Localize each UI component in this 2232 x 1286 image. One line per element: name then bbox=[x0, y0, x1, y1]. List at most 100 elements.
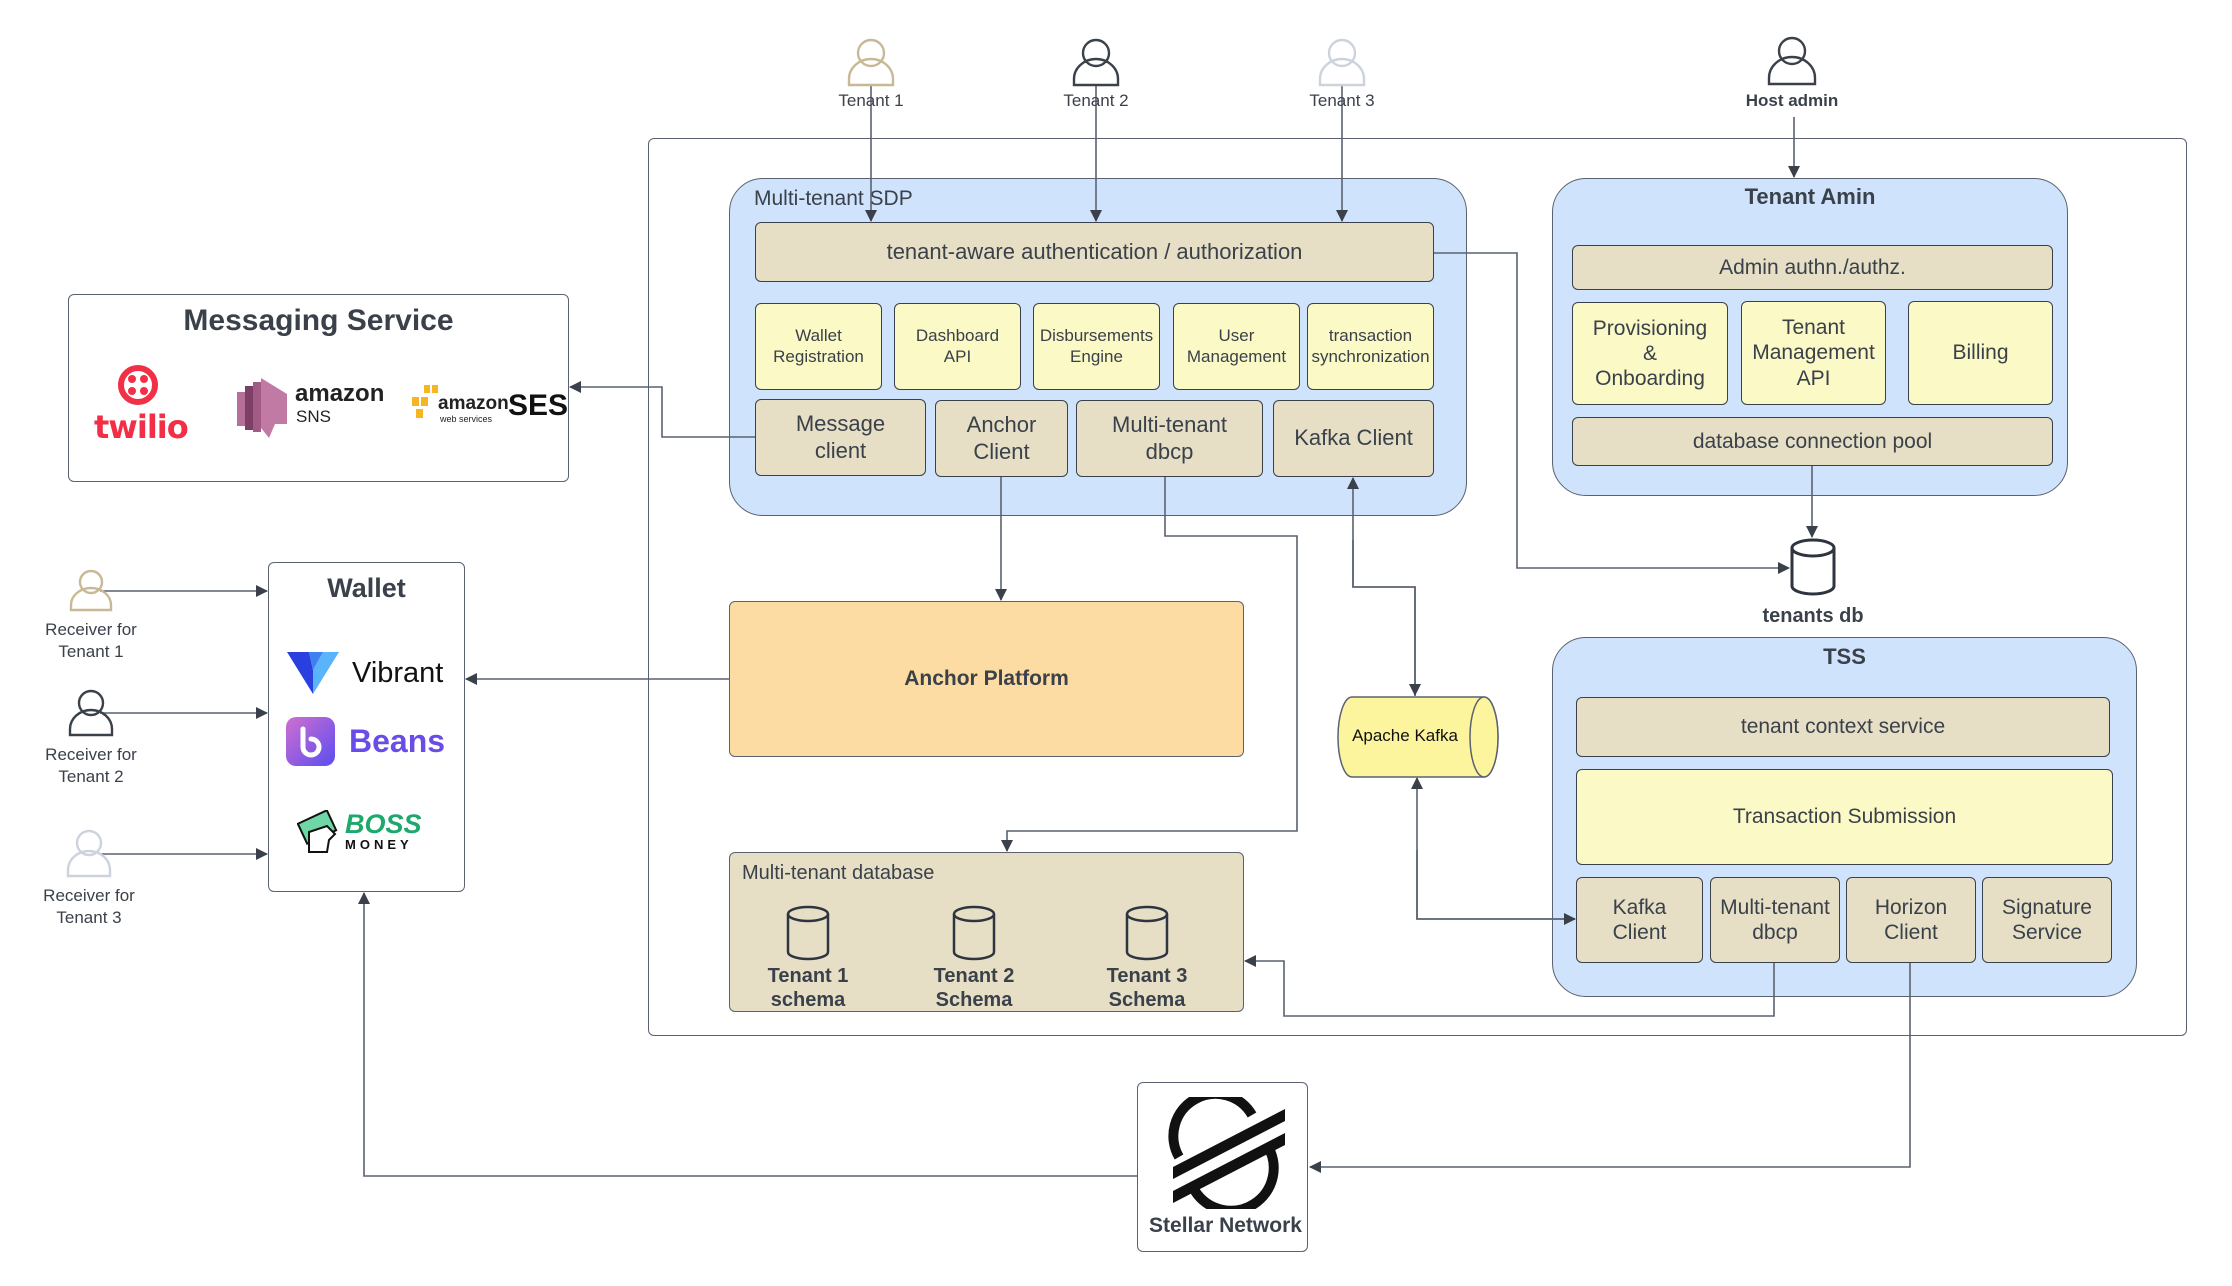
beans-logo: Beans bbox=[286, 717, 445, 766]
amazon-ses-logo: amazon web services SES bbox=[410, 385, 568, 433]
schema-line: Schema bbox=[1108, 989, 1186, 1012]
module-line: synchronization bbox=[1311, 346, 1430, 366]
schema-line: Tenant 2 bbox=[933, 965, 1015, 987]
module-line: Onboarding bbox=[1595, 367, 1705, 391]
amazon-ses-sub: web services bbox=[440, 414, 493, 424]
tss-multi-tenant-dbcp: Multi-tenant dbcp bbox=[1710, 877, 1840, 963]
receiver-line: Receiver for bbox=[43, 886, 135, 905]
module-line: API bbox=[943, 346, 972, 366]
apache-kafka-label: Apache Kafka bbox=[1352, 726, 1458, 745]
client-line: Horizon bbox=[1874, 895, 1948, 919]
schema-line: Tenant 3 bbox=[1106, 965, 1188, 987]
tenant3-schema-label: Tenant 3 Schema bbox=[1107, 964, 1188, 1013]
module-line: Engine bbox=[1070, 346, 1123, 366]
anchor-platform: Anchor Platform bbox=[729, 601, 1244, 757]
module-line: transaction bbox=[1328, 326, 1413, 346]
sdp-module-user-management: User Management bbox=[1173, 303, 1300, 390]
tss-title: TSS bbox=[1823, 644, 1866, 669]
tss-kafka-client: Kafka Client bbox=[1576, 877, 1703, 963]
client-line: Client bbox=[1612, 921, 1667, 944]
boss-money-icon bbox=[297, 810, 338, 853]
client-line: Service bbox=[2011, 921, 2083, 944]
sdp-module-transaction-synchronization: transaction synchronization bbox=[1307, 303, 1434, 390]
module-line: & bbox=[1642, 341, 1657, 365]
stellar-network-box: Stellar Network bbox=[1137, 1082, 1308, 1252]
stellar-logo-icon bbox=[1168, 1097, 1285, 1209]
module-line: Wallet bbox=[795, 326, 842, 346]
tenants-db-label: tenants db bbox=[1762, 605, 1864, 627]
client-line: Client bbox=[973, 438, 1030, 464]
beans-wordmark: Beans bbox=[349, 723, 446, 759]
tenant3-person-icon bbox=[1318, 38, 1366, 87]
sdp-title: Multi-tenant SDP bbox=[754, 187, 913, 210]
client-line: dbcp bbox=[1145, 438, 1194, 464]
sdp-auth-layer: tenant-aware authentication / authorizat… bbox=[755, 222, 1434, 282]
amazon-sns-logo: amazon SNS bbox=[235, 378, 384, 440]
tenant2-label: Tenant 2 bbox=[1063, 91, 1129, 110]
receiver1-person-icon bbox=[69, 569, 113, 612]
admin-db-connection-pool: database connection pool bbox=[1572, 417, 2053, 466]
receiver-line: Receiver for bbox=[45, 745, 137, 764]
sdp-kafka-client: Kafka Client bbox=[1273, 400, 1434, 477]
client-line: Multi-tenant bbox=[1720, 895, 1830, 919]
admin-module-tenant-management-api: Tenant Management API bbox=[1741, 301, 1886, 405]
tss-horizon-client: Horizon Client bbox=[1846, 877, 1976, 963]
amazon-sns-icon bbox=[237, 378, 287, 438]
module-line: Disbursements bbox=[1039, 326, 1154, 346]
vibrant-wordmark: Vibrant bbox=[352, 656, 444, 689]
receiver-line: Tenant 2 bbox=[58, 767, 124, 787]
host-admin-person-icon bbox=[1767, 36, 1817, 86]
receiver-line: Receiver for bbox=[45, 620, 137, 639]
receiver3-label: Receiver for Tenant 3 bbox=[43, 885, 135, 929]
tss-tenant-context-service: tenant context service bbox=[1576, 697, 2110, 757]
client-line: Multi-tenant bbox=[1112, 412, 1227, 438]
twilio-wordmark: twilio bbox=[94, 408, 189, 446]
boss-wordmark: BOSS bbox=[345, 809, 422, 840]
receiver-line: Tenant 3 bbox=[56, 908, 122, 928]
receiver2-person-icon bbox=[68, 689, 114, 737]
module-line: User bbox=[1218, 326, 1255, 346]
receiver-line: Tenant 1 bbox=[58, 642, 124, 662]
module-line: Management bbox=[1186, 346, 1287, 366]
tenant1-label: Tenant 1 bbox=[838, 91, 904, 110]
boss-money-logo: BOSS MONEY bbox=[297, 810, 422, 854]
mt-db-title: Multi-tenant database bbox=[742, 862, 935, 884]
admin-module-provisioning: Provisioning & Onboarding bbox=[1572, 302, 1728, 405]
sdp-multi-tenant-dbcp: Multi-tenant dbcp bbox=[1076, 400, 1263, 477]
schema-line: Schema bbox=[935, 989, 1013, 1012]
tenant-admin-title: Tenant Amin bbox=[1744, 184, 1876, 209]
messaging-service-title: Messaging Service bbox=[183, 304, 454, 337]
admin-auth-layer: Admin authn./authz. bbox=[1572, 245, 2053, 290]
amazon-sns-wordmark: amazon bbox=[295, 380, 385, 407]
tenant3-label: Tenant 3 bbox=[1309, 91, 1375, 110]
tenant1-person-icon bbox=[847, 38, 895, 87]
schema-line: Tenant 1 bbox=[767, 965, 849, 987]
tss-signature-service: Signature Service bbox=[1982, 877, 2112, 963]
tenant1-schema-label: Tenant 1 schema bbox=[768, 964, 849, 1013]
client-line: Message bbox=[795, 411, 886, 437]
receiver3-person-icon bbox=[66, 829, 112, 878]
sdp-module-disbursements-engine: Disbursements Engine bbox=[1033, 303, 1160, 390]
vibrant-icon bbox=[287, 652, 339, 694]
aws-boxes-icon bbox=[412, 385, 438, 418]
module-line: Dashboard bbox=[915, 326, 1000, 346]
module-line: Tenant bbox=[1781, 316, 1846, 340]
tenant2-person-icon bbox=[1072, 38, 1120, 87]
beans-icon bbox=[286, 717, 335, 766]
money-wordmark: MONEY bbox=[345, 837, 413, 853]
client-line: Signature bbox=[2002, 895, 2092, 919]
client-line: client bbox=[814, 437, 867, 463]
sdp-anchor-client: Anchor Client bbox=[935, 400, 1068, 477]
twilio-logo: twilio bbox=[90, 365, 200, 455]
tss-transaction-submission: Transaction Submission bbox=[1576, 769, 2113, 865]
module-line: Provisioning bbox=[1592, 316, 1708, 340]
amazon-sns-sub: SNS bbox=[296, 407, 331, 426]
stellar-network-label: Stellar Network bbox=[1149, 1214, 1302, 1237]
tenant2-schema-label: Tenant 2 Schema bbox=[934, 964, 1015, 1013]
module-line: API bbox=[1796, 366, 1831, 390]
sdp-module-dashboard-api: Dashboard API bbox=[894, 303, 1021, 390]
sdp-message-client: Message client bbox=[755, 399, 926, 476]
client-line: Anchor bbox=[966, 412, 1037, 438]
client-line: Kafka bbox=[1612, 895, 1667, 919]
amazon-ses-wordmark: amazon bbox=[438, 393, 509, 414]
